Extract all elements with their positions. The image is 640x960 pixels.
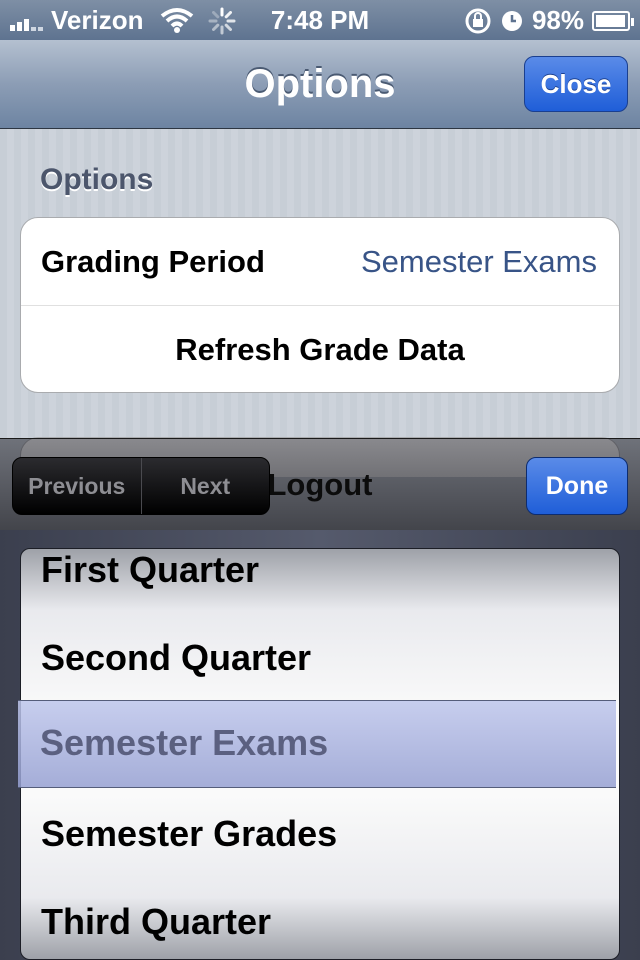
next-button[interactable]: Next [140, 458, 270, 514]
alarm-clock-icon [501, 10, 522, 31]
grading-period-row[interactable]: Grading Period Semester Exams [21, 218, 619, 306]
status-bar: Verizon 7:48 PM 98% [0, 0, 640, 40]
grading-period-label: Grading Period [41, 244, 265, 279]
close-button[interactable]: Close [524, 56, 628, 112]
status-right-group: 98% [464, 5, 634, 36]
picker-item-semester-exams[interactable]: Semester Exams [40, 722, 328, 764]
picker-item-semester-grades[interactable]: Semester Grades [41, 813, 337, 855]
picker-item-third-quarter[interactable]: Third Quarter [41, 901, 271, 943]
navigation-bar: Options Close [0, 40, 640, 129]
previous-next-segmented-control: Previous Next [12, 457, 270, 515]
refresh-grade-data-label: Refresh Grade Data [175, 332, 465, 367]
previous-button[interactable]: Previous [13, 458, 141, 514]
rotation-lock-icon [465, 8, 491, 33]
grading-period-value: Semester Exams [360, 244, 597, 279]
options-group: Grading Period Semester Exams Refresh Gr… [20, 217, 620, 393]
options-content: Options Grading Period Semester Exams Re… [0, 129, 640, 477]
refresh-grade-data-row[interactable]: Refresh Grade Data [21, 306, 619, 393]
picker-item-first-quarter[interactable]: First Quarter [41, 549, 259, 591]
battery-icon [592, 10, 634, 31]
battery-fill [596, 14, 626, 27]
done-button[interactable]: Done [526, 457, 628, 515]
picker-item-second-quarter[interactable]: Second Quarter [41, 637, 311, 679]
input-accessory-toolbar: Logout Previous Next Done [0, 438, 640, 532]
section-header: Options [40, 163, 154, 196]
battery-percent: 98% [531, 5, 584, 35]
